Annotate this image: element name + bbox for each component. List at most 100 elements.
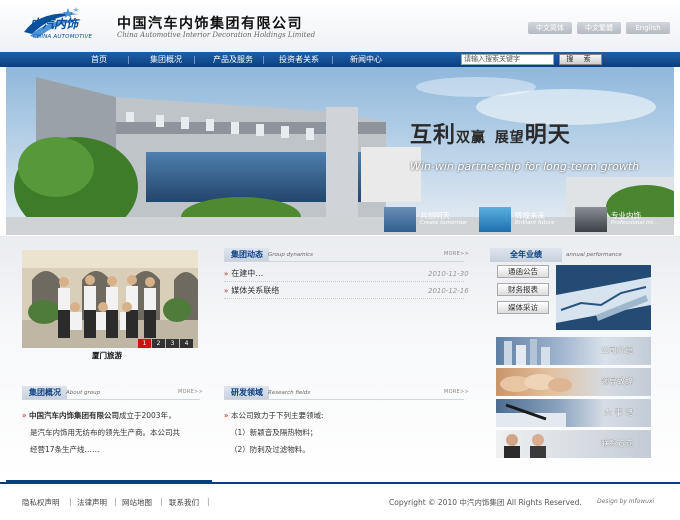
news-date: 2010-11-30: [428, 270, 469, 278]
banner-tab-create-tomorrow[interactable]: 共创明天 Create tomorrow: [384, 207, 476, 232]
lang-simplified-button[interactable]: 中文简体: [528, 22, 572, 34]
photo-caption: 厦门旅游: [92, 351, 122, 360]
site-footer: 隐私权声明 | 法律声明 | 网站地图 | 联系我们 | Copyright ©…: [0, 484, 680, 520]
research-more-link[interactable]: MORE>>: [444, 389, 469, 395]
company-name-bold: 中国汽车内饰集团有限公司: [28, 411, 119, 420]
research-line: （2）防刺及过滤物料。: [230, 445, 310, 454]
privacy-link[interactable]: 隐私权声明: [22, 497, 60, 508]
bullet-arrow-icon: »: [22, 411, 29, 420]
news-date: 2010-12-16: [428, 287, 469, 295]
nav-home[interactable]: 首页: [91, 52, 107, 67]
research-intro: 本公司致力于下列主要领域:: [230, 411, 324, 420]
section-divider: [224, 261, 464, 262]
banner-tab-subtitle: Brilliant future: [515, 220, 555, 226]
nav-divider: [194, 56, 195, 64]
banner-image: [6, 67, 674, 235]
slogan-part: 明天: [524, 122, 571, 148]
bullet-arrow-icon: »: [224, 411, 231, 420]
section-divider: [224, 399, 464, 400]
news-item[interactable]: » 在建中…: [224, 268, 263, 280]
banner-slogan-cn: 互利双赢 展望明天: [410, 117, 571, 149]
photo-page-3[interactable]: 3: [166, 339, 179, 348]
dotted-divider: [224, 298, 464, 299]
footer-separator: |: [160, 497, 163, 506]
section-title: 集团概况: [22, 386, 67, 400]
photo-page-2[interactable]: 2: [152, 339, 165, 348]
financial-reports-button[interactable]: 财务报表: [497, 283, 549, 296]
slogan-part: 展望: [494, 130, 525, 146]
copyright-text: Copyright © 2010 中汽内饰集团 All Rights Reser…: [389, 498, 582, 507]
about-more-link[interactable]: MORE>>: [178, 389, 203, 395]
nav-about-group[interactable]: 集团概况: [150, 52, 182, 67]
banner-tab-subtitle: Professional Int...: [611, 220, 659, 226]
photo-page-1[interactable]: 1: [138, 339, 151, 348]
leadership-address-label: 领导致辞: [601, 377, 633, 386]
hero-banner: 互利双赢 展望明天 Win-win partnership for long-t…: [6, 67, 674, 235]
company-intro-button[interactable]: 公司介绍: [496, 337, 651, 365]
search-button[interactable]: 搜 索: [559, 54, 602, 65]
banner-slogan-en: Win-win partnership for long-term growth: [410, 160, 640, 173]
logo-text-en: CHINA AUTOMOTIVE: [33, 34, 93, 40]
group-dynamics-more-link[interactable]: MORE>>: [444, 251, 469, 257]
footer-separator: |: [207, 497, 210, 506]
about-group-header: 集团概况 About group MORE>>: [22, 386, 203, 400]
annual-performance-header: 全年业绩 annual performance: [490, 248, 658, 262]
section-subtitle: Group dynamics: [268, 252, 313, 258]
section-subtitle: About group: [66, 390, 101, 396]
legal-link[interactable]: 法律声明: [77, 497, 107, 508]
contact-button[interactable]: 联系方式: [496, 430, 651, 458]
footer-separator: |: [69, 497, 72, 506]
site-header: 中汽内饰 CHINA AUTOMOTIVE 中国汽车内饰集团有限公司 China…: [0, 0, 680, 52]
news-title: 媒体关系联络: [231, 286, 280, 295]
annual-report-image[interactable]: [556, 265, 651, 330]
lang-english-button[interactable]: English: [626, 22, 670, 34]
pen-thumb-icon: [496, 403, 566, 427]
section-subtitle: annual performance: [566, 252, 622, 258]
company-name-en: China Automotive Interior Decoration Hol…: [117, 31, 316, 39]
banner-tab-subtitle: Create tomorrow: [420, 220, 467, 226]
dotted-divider: [224, 281, 464, 282]
banner-tab-brilliant-future[interactable]: 辉煌未来 Brilliant future: [479, 207, 571, 232]
bullet-arrow-icon: »: [224, 287, 229, 295]
about-line: 经营17条生产线……: [30, 445, 100, 454]
section-title: 研发领域: [224, 386, 269, 400]
sitemap-link[interactable]: 网站地图: [122, 497, 152, 508]
bullet-arrow-icon: »: [224, 270, 229, 278]
footer-separator: |: [114, 497, 117, 506]
about-text: 成立于2003年，: [118, 411, 176, 420]
group-photo-image: [22, 250, 198, 348]
news-title: 在建中…: [231, 269, 264, 278]
designer-credit: Design by Infowuxi: [597, 498, 655, 505]
nav-products[interactable]: 产品及服务: [213, 52, 253, 67]
section-title: 全年业绩: [490, 248, 562, 262]
banner-tab-thumb: [479, 207, 511, 232]
about-line: 是汽车内饰用无纺布的领先生产商。本公司共: [30, 428, 180, 437]
news-item[interactable]: » 媒体关系联络: [224, 285, 279, 297]
milestones-label: 大 事 记: [603, 408, 633, 417]
about-line: » 中国汽车内饰集团有限公司成立于2003年，: [22, 407, 212, 424]
section-subtitle: Research fields: [268, 390, 311, 396]
research-fields-header: 研发领域 Research fields MORE>>: [224, 386, 469, 400]
nav-divider: [263, 56, 264, 64]
circulars-button[interactable]: 通函公告: [497, 265, 549, 278]
contact-label: 联系方式: [601, 439, 633, 448]
contact-us-link[interactable]: 联系我们: [169, 497, 199, 508]
leadership-address-button[interactable]: 领导致辞: [496, 368, 651, 396]
research-line: » 本公司致力于下列主要领域:: [224, 407, 464, 424]
photo-page-4[interactable]: 4: [180, 339, 193, 348]
search-input[interactable]: 请输入搜索关键字: [461, 54, 554, 65]
media-interviews-button[interactable]: 媒体采访: [497, 301, 549, 314]
milestones-button[interactable]: 大 事 记: [496, 399, 651, 427]
people-thumb-icon: [504, 434, 546, 458]
lang-traditional-button[interactable]: 中文繁體: [577, 22, 621, 34]
slogan-part: 双赢: [456, 130, 487, 146]
group-dynamics-header: 集团动态 Group dynamics MORE>>: [224, 248, 469, 262]
nav-news-center[interactable]: 新闻中心: [350, 52, 382, 67]
travel-photo[interactable]: [22, 250, 198, 348]
section-divider: [22, 399, 200, 400]
nav-investor-relations[interactable]: 投资者关系: [279, 52, 319, 67]
banner-tab-professional[interactable]: 专业内饰 Professional Int...: [575, 207, 672, 232]
research-paragraph: » 本公司致力于下列主要领域: （1）新颖音及隔热物料； （2）防刺及过滤物料。: [224, 407, 464, 458]
banner-tab-thumb: [575, 207, 607, 232]
banner-tab-thumb: [384, 207, 416, 232]
